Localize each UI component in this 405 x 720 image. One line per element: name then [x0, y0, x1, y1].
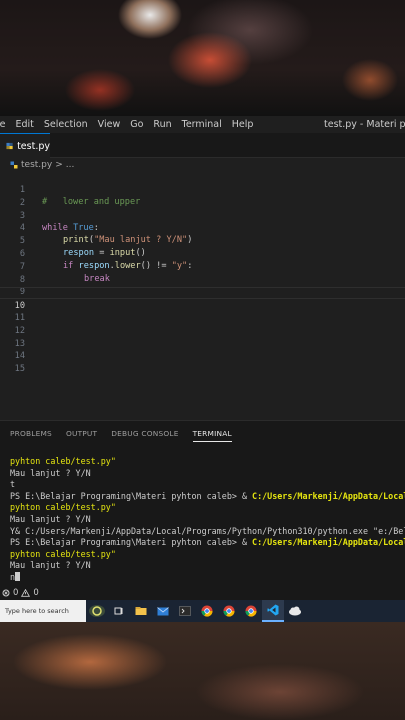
terminal-line: Y& C:/Users/Markenji/AppData/Local/Progr… [10, 525, 405, 536]
code-line: 15 [0, 351, 405, 374]
bottom-panel: PROBLEMS OUTPUT DEBUG CONSOLE TERMINAL p… [0, 420, 405, 585]
terminal-line: Mau lanjut ? Y/N [10, 467, 91, 478]
terminal-line: PS E:\Belajar Programing\Materi pyhton c… [10, 491, 405, 503]
terminal-line: PS E:\Belajar Programing\Materi pyhton c… [10, 537, 405, 549]
mail-icon[interactable] [152, 600, 174, 622]
menu-selection[interactable]: Selection [39, 119, 93, 130]
code-line: 6 if respon.lower() != "y": [0, 236, 405, 271]
terminal-command-path: C:/Users/Markenji/AppData/Local/Programs… [252, 490, 405, 501]
tab-test-py[interactable]: test.py [0, 133, 50, 158]
line-number: 15 [14, 364, 25, 375]
current-code-line: 10 [0, 287, 405, 311]
status-bar: 0 0 [0, 585, 405, 600]
error-count[interactable]: 0 [13, 588, 18, 598]
vscode-icon[interactable] [262, 600, 284, 622]
code-line: 3 while True: [0, 198, 405, 233]
code-editor[interactable]: 1 # lower and upper 2 3 while True: 4 pr… [0, 172, 405, 420]
code-line: 14 [0, 338, 405, 361]
menu-bar: le Edit Selection View Go Run Terminal H… [0, 116, 405, 133]
terminal-line: Mau lanjut ? Y/N [10, 560, 91, 571]
code-line: 1 # lower and upper [0, 172, 405, 207]
code-line: 5 respon = input() [0, 223, 405, 258]
terminal-line: t [10, 479, 16, 490]
terminal-cursor [15, 571, 21, 581]
code-line: 12 [0, 313, 405, 336]
menu-go[interactable]: Go [125, 119, 148, 130]
warning-count[interactable]: 0 [33, 588, 38, 598]
file-explorer-icon[interactable] [130, 600, 152, 622]
taskbar-search[interactable]: Type here to search [0, 600, 86, 622]
code-line: 7 break [0, 249, 405, 284]
code-line: 13 [0, 326, 405, 349]
cortana-icon[interactable] [86, 600, 108, 622]
terminal-prompt: PS E:\Belajar Programing\Materi pyhton c… [10, 490, 253, 501]
menu-view[interactable]: View [93, 119, 126, 130]
code-line: 4 print("Mau lanjut ? Y/N") [0, 210, 405, 245]
search-placeholder: Type here to search [5, 607, 69, 615]
chrome-icon[interactable] [196, 600, 218, 622]
task-view-icon[interactable] [108, 600, 130, 622]
editor-tab-bar: test.py [0, 133, 405, 158]
terminal-line: pyhton caleb/test.py" [10, 456, 116, 466]
tab-terminal[interactable]: TERMINAL [192, 429, 232, 442]
tab-label: test.py [17, 140, 50, 152]
menu-edit[interactable]: Edit [10, 119, 38, 130]
menu-run[interactable]: Run [148, 119, 176, 130]
breadcrumb: test.py > ... [0, 158, 405, 172]
menu-help[interactable]: Help [227, 119, 259, 130]
python-file-icon [10, 161, 18, 169]
code-line: 9 [0, 274, 405, 297]
tab-output[interactable]: OUTPUT [66, 429, 97, 442]
window-title: test.py - Materi pyhton [324, 119, 405, 130]
breadcrumb-separator: > [55, 160, 63, 170]
python-file-icon [6, 142, 13, 150]
breadcrumb-ellipsis[interactable]: ... [66, 160, 75, 170]
terminal-prompt: PS E:\Belajar Programing\Materi pyhton c… [10, 537, 253, 548]
breadcrumb-file[interactable]: test.py [21, 160, 52, 170]
menu-terminal[interactable]: Terminal [177, 119, 227, 130]
menu-file[interactable]: le [0, 119, 10, 130]
background-photo-top [0, 0, 405, 116]
panel-tabs: PROBLEMS OUTPUT DEBUG CONSOLE TERMINAL [10, 429, 232, 442]
terminal-line: pyhton caleb/test.py" [10, 502, 116, 513]
code-line: 11 [0, 300, 405, 323]
terminal-output[interactable]: pyhton caleb/test.py" Mau lanjut ? Y/N t… [10, 456, 405, 584]
tab-debug-console[interactable]: DEBUG CONSOLE [111, 429, 178, 442]
code-line: 8 [0, 262, 405, 285]
code-line: 2 [0, 185, 405, 208]
chrome-icon[interactable] [240, 600, 262, 622]
terminal-line: pyhton caleb/test.py" [10, 548, 116, 559]
terminal-command-path: C:/Users/Markenji/AppData/Local/Programs… [252, 537, 405, 548]
tab-problems[interactable]: PROBLEMS [10, 429, 52, 442]
terminal-icon[interactable] [174, 600, 196, 622]
terminal-input-line[interactable]: n [10, 571, 405, 584]
windows-taskbar: Type here to search [0, 600, 405, 622]
cloud-icon[interactable] [284, 600, 306, 622]
chrome-icon[interactable] [218, 600, 240, 622]
error-icon [2, 589, 10, 596]
warning-icon [21, 588, 31, 597]
background-photo-bottom [0, 622, 405, 720]
terminal-line: Mau lanjut ? Y/N [10, 513, 91, 524]
